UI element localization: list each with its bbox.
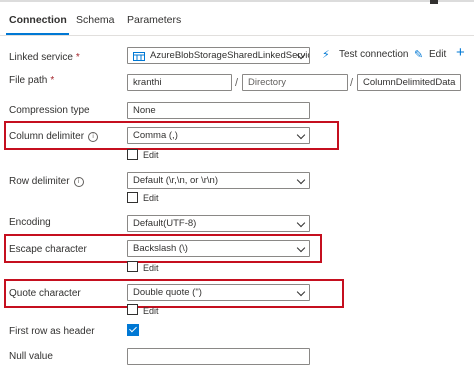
path-separator: / <box>350 77 354 89</box>
chevron-down-icon <box>296 243 306 253</box>
storage-icon <box>133 51 145 61</box>
linked-service-value: AzureBlobStorageSharedLinkedService <box>150 50 310 61</box>
quote-character-value: Double quote (") <box>133 287 202 298</box>
chevron-down-icon <box>296 218 306 228</box>
encoding-select[interactable]: Default(UTF-8) <box>127 215 310 232</box>
null-value-input[interactable] <box>127 348 310 365</box>
chevron-down-icon <box>296 175 306 185</box>
linked-service-select[interactable]: AzureBlobStorageSharedLinkedService <box>127 47 310 64</box>
escape-character-edit-label: Edit <box>143 263 159 273</box>
first-row-header-label: First row as header <box>9 326 95 337</box>
quote-character-select[interactable]: Double quote (") <box>127 284 310 301</box>
edit-label: Edit <box>429 49 447 60</box>
add-linked-service-button[interactable]: + <box>456 44 465 61</box>
first-row-header-checkbox[interactable] <box>127 324 139 336</box>
column-delimiter-edit-label: Edit <box>143 150 159 160</box>
row-delimiter-value: Default (\r,\n, or \r\n) <box>133 175 218 186</box>
escape-character-label: Escape character <box>9 244 87 255</box>
escape-character-edit-checkbox[interactable] <box>127 261 138 272</box>
row-delimiter-select[interactable]: Default (\r,\n, or \r\n) <box>127 172 310 189</box>
test-connection-label: Test connection <box>339 49 409 60</box>
null-value-label: Null value <box>9 351 53 362</box>
pencil-icon: ✎ <box>414 49 424 61</box>
row-delimiter-edit-checkbox[interactable] <box>127 192 138 203</box>
compression-type-select[interactable]: None <box>127 102 310 119</box>
top-edge-mark <box>430 0 438 4</box>
file-name-input[interactable]: ColumnDelimitedData <box>357 74 461 91</box>
linked-service-label: Linked service * <box>9 52 80 63</box>
edit-linked-service-button[interactable]: ✎ Edit <box>414 49 447 61</box>
escape-character-select[interactable]: Backslash (\) <box>127 240 310 257</box>
plug-icon: ⚡ <box>322 49 330 61</box>
file-path-label: File path * <box>9 75 55 86</box>
path-separator: / <box>235 77 239 89</box>
escape-character-value: Backslash (\) <box>133 243 188 254</box>
tabs-divider <box>0 35 474 36</box>
column-delimiter-label: Column delimiter i <box>9 131 99 142</box>
chevron-down-icon <box>296 130 306 140</box>
column-delimiter-select[interactable]: Comma (,) <box>127 127 310 144</box>
tab-connection[interactable]: Connection <box>9 14 67 26</box>
row-delimiter-edit-label: Edit <box>143 193 159 203</box>
container-input[interactable]: kranthi <box>127 74 232 91</box>
column-delimiter-edit-checkbox[interactable] <box>127 149 138 160</box>
tab-schema[interactable]: Schema <box>76 14 115 26</box>
tab-parameters[interactable]: Parameters <box>127 14 181 26</box>
test-connection-button[interactable]: ⚡ Test connection <box>322 49 409 61</box>
quote-character-label: Quote character <box>9 288 81 299</box>
directory-input[interactable]: Directory <box>242 74 348 91</box>
quote-character-edit-label: Edit <box>143 306 159 316</box>
column-delimiter-value: Comma (,) <box>133 130 178 141</box>
quote-character-edit-checkbox[interactable] <box>127 304 138 315</box>
encoding-value: Default(UTF-8) <box>133 218 197 229</box>
row-delimiter-label: Row delimiter i <box>9 176 84 187</box>
top-border <box>0 0 474 2</box>
chevron-down-icon <box>296 287 306 297</box>
compression-type-label: Compression type <box>9 105 90 116</box>
info-icon: i <box>73 177 84 187</box>
encoding-label: Encoding <box>9 217 51 228</box>
info-icon: i <box>88 132 99 142</box>
